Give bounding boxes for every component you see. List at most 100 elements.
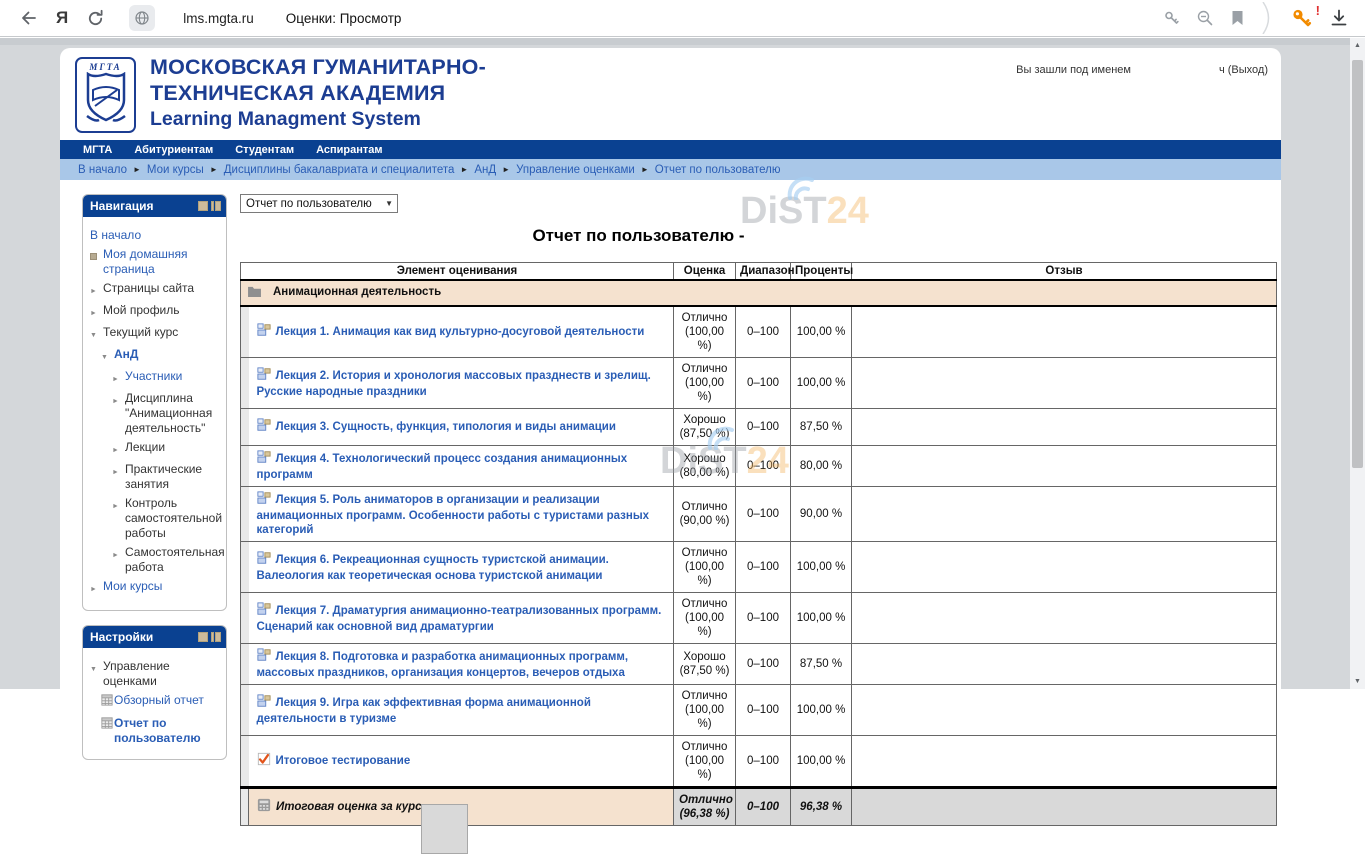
collapsed-arrow-icon[interactable]: ► — [112, 462, 125, 480]
scrollbar-thumb[interactable] — [1352, 60, 1363, 468]
browser-toolbar: Я lms.mgta.ru Оценки: Просмотр ! — [0, 0, 1365, 37]
sidebar-item[interactable]: Отчет по пользователю — [101, 716, 222, 746]
navigation-block-title: Навигация — [90, 199, 154, 213]
vertical-scrollbar[interactable]: ▲ ▼ — [1350, 38, 1365, 689]
block-hide-icon[interactable] — [198, 201, 208, 211]
breadcrumb-link[interactable]: Мои курсы — [147, 164, 204, 176]
grade-item-link[interactable]: Лекция 5. Роль аниматоров в организации … — [257, 494, 650, 536]
key-icon[interactable] — [1163, 10, 1180, 27]
breadcrumb-link[interactable]: АнД — [474, 164, 496, 176]
sidebar-item[interactable]: ►Лекции — [112, 440, 222, 458]
grade-percent-text: (96,38 %) — [679, 807, 730, 821]
grade-percent-text: (100,00 %) — [679, 754, 730, 782]
collapsed-arrow-icon[interactable]: ► — [112, 440, 125, 458]
breadcrumb-separator-icon: ► — [210, 165, 218, 174]
navbar-item[interactable]: Студентам — [235, 144, 294, 156]
grade-percent-text: (80,00 %) — [679, 466, 730, 480]
grade-item-cell: Лекция 1. Анимация как вид культурно-дос… — [249, 306, 674, 358]
bullet-square-icon — [90, 247, 103, 266]
expanded-arrow-icon[interactable]: ▼ — [101, 347, 114, 365]
grade-item-link[interactable]: Лекция 9. Игра как эффективная форма ани… — [257, 697, 591, 725]
lesson-icon — [257, 367, 271, 385]
sidebar-item-label[interactable]: АнД — [114, 347, 138, 362]
sidebar-item[interactable]: ►Контроль самостоятельной работы — [112, 496, 222, 541]
expanded-arrow-icon[interactable]: ▼ — [90, 659, 103, 677]
sidebar-item-label: Лекции — [125, 440, 165, 455]
sidebar-item[interactable]: ▼Управление оценками — [90, 659, 222, 689]
table-row: Лекция 7. Драматургия анимационно-театра… — [241, 593, 1277, 644]
grade-cell: Отлично(100,00 %) — [674, 736, 736, 788]
report-type-select[interactable]: Отчет по пользователю ▼ — [240, 194, 398, 213]
sidebar-item[interactable]: ►Самостоятельная работа — [112, 545, 222, 575]
logout-link[interactable]: ч (Выход) — [1219, 64, 1268, 76]
navbar-item[interactable]: Абитуриентам — [134, 144, 213, 156]
grade-cell: Хорошо(80,00 %) — [674, 446, 736, 487]
grade-item-cell: Лекция 3. Сущность, функция, типология и… — [249, 409, 674, 446]
settings-block-title: Настройки — [90, 630, 153, 644]
page-title: Отчет по пользователю - — [240, 226, 1037, 246]
grade-item-link[interactable]: Лекция 1. Анимация как вид культурно-дос… — [276, 326, 645, 338]
grade-item-link[interactable]: Лекция 4. Технологический процесс создан… — [257, 453, 628, 481]
sidebar-item-label[interactable]: Участники — [125, 369, 182, 384]
indent-cell — [241, 487, 249, 542]
sidebar-item[interactable]: ►Участники — [112, 369, 222, 387]
breadcrumb-link[interactable]: В начало — [78, 164, 127, 176]
block-dock-icon[interactable] — [211, 632, 221, 642]
sidebar-item-label[interactable]: Мои курсы — [103, 579, 162, 594]
collapsed-arrow-icon[interactable]: ► — [112, 369, 125, 387]
course-total-row: Итоговая оценка за курсОтлично(96,38 %)0… — [241, 788, 1277, 826]
password-alert-icon[interactable]: ! — [1291, 7, 1313, 29]
scroll-down-icon[interactable]: ▼ — [1350, 674, 1365, 689]
sidebar-item-label[interactable]: Обзорный отчет — [114, 693, 204, 708]
grade-item-link[interactable]: Лекция 7. Драматургия анимационно-театра… — [257, 605, 662, 633]
breadcrumb-link[interactable]: Отчет по пользователю — [655, 164, 781, 176]
sidebar-item[interactable]: ▼Текущий курс — [90, 325, 222, 343]
collapsed-arrow-icon[interactable]: ► — [112, 496, 125, 514]
sidebar-item[interactable]: ►Дисциплина "Анимационная деятельность" — [112, 391, 222, 436]
sidebar-item[interactable]: ►Страницы сайта — [90, 281, 222, 299]
sidebar-item-label[interactable]: Отчет по пользователю — [114, 716, 222, 746]
grade-item-link[interactable]: Итоговое тестирование — [276, 755, 411, 767]
collapsed-arrow-icon[interactable]: ► — [90, 303, 103, 321]
collapsed-arrow-icon[interactable]: ► — [112, 391, 125, 409]
grade-item-link[interactable]: Лекция 3. Сущность, функция, типология и… — [276, 421, 616, 433]
block-dock-icon[interactable] — [211, 201, 221, 211]
scroll-up-icon[interactable]: ▲ — [1350, 38, 1365, 53]
sidebar-item[interactable]: В начало — [90, 228, 222, 243]
sidebar-item-label[interactable]: В начало — [90, 228, 141, 243]
grade-item-link[interactable]: Лекция 6. Рекреационная сущность туристс… — [257, 554, 609, 582]
grade-item-link[interactable]: Лекция 2. История и хронология массовых … — [257, 370, 651, 398]
download-icon[interactable] — [1329, 8, 1349, 28]
sidebar-item-label[interactable]: Моя домашняя страница — [103, 247, 222, 277]
breadcrumb: В начало►Мои курсы►Дисциплины бакалавриа… — [60, 159, 1281, 180]
grade-item-cell: Лекция 9. Игра как эффективная форма ани… — [249, 685, 674, 736]
sidebar-item[interactable]: Моя домашняя страница — [90, 247, 222, 277]
reload-icon[interactable] — [86, 9, 105, 28]
sidebar-item[interactable]: ►Мой профиль — [90, 303, 222, 321]
grade-cell: Отлично(100,00 %) — [674, 358, 736, 409]
navbar-item[interactable]: МГТА — [83, 144, 112, 156]
url-text[interactable]: lms.mgta.ru — [183, 11, 254, 26]
page-background: МГТА МОСКОВСКАЯ ГУМАНИТАРНО- ТЕХНИЧЕСКАЯ… — [0, 38, 1350, 689]
expanded-arrow-icon[interactable]: ▼ — [90, 325, 103, 343]
collapsed-arrow-icon[interactable]: ► — [112, 545, 125, 563]
find-icon[interactable] — [1196, 9, 1214, 27]
collapsed-arrow-icon[interactable]: ► — [90, 281, 103, 299]
collapsed-arrow-icon[interactable]: ► — [90, 579, 103, 597]
block-hide-icon[interactable] — [198, 632, 208, 642]
breadcrumb-link[interactable]: Управление оценками — [516, 164, 635, 176]
grade-item-link[interactable]: Лекция 8. Подготовка и разработка анимац… — [257, 651, 629, 679]
sidebar-item[interactable]: ►Мои курсы — [90, 579, 222, 597]
sidebar-item[interactable]: ▼АнД — [101, 347, 222, 365]
grade-percent-text: (100,00 %) — [679, 560, 730, 588]
grades-table: Элемент оцениванияОценкаДиапазонПроценты… — [240, 262, 1277, 826]
sidebar-item[interactable]: Обзорный отчет — [101, 693, 222, 712]
sidebar-item[interactable]: ►Практические занятия — [112, 462, 222, 492]
bookmark-icon[interactable] — [1230, 10, 1245, 26]
navbar-item[interactable]: Аспирантам — [316, 144, 382, 156]
back-icon[interactable] — [18, 8, 38, 28]
range-cell: 0–100 — [736, 446, 791, 487]
yandex-icon[interactable]: Я — [56, 8, 68, 28]
column-header: Оценка — [674, 263, 736, 281]
breadcrumb-link[interactable]: Дисциплины бакалавриата и специалитета — [224, 164, 455, 176]
